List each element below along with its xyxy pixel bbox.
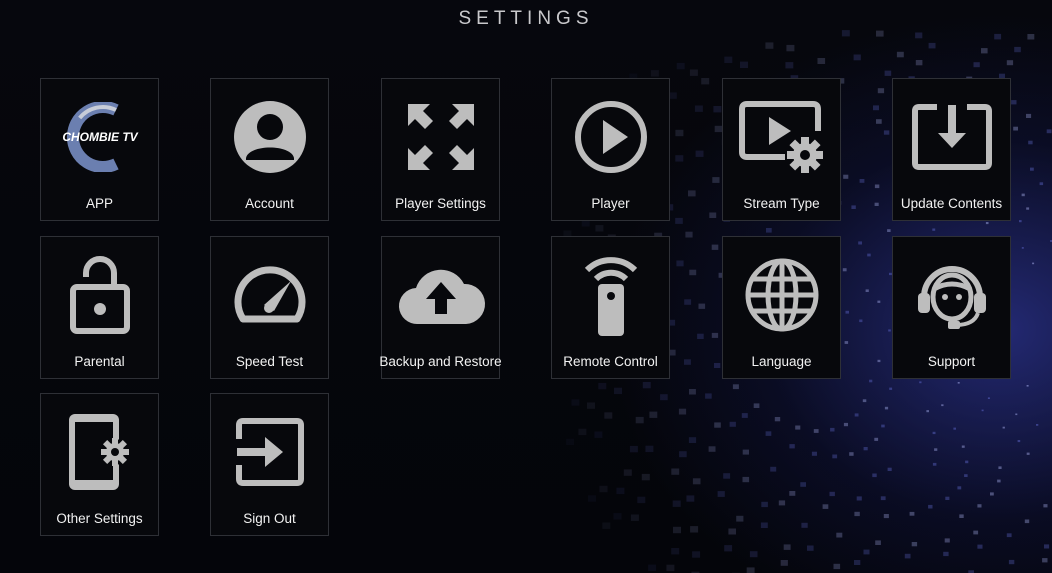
tile-label: Language [751,354,812,369]
tile-label: Player [591,196,630,211]
tile-label: Stream Type [743,196,820,211]
tile-label: APP [85,196,113,211]
tile-label: Account [245,196,294,211]
globe-icon [723,237,840,349]
tile-label: Other Settings [56,511,143,526]
phone-settings-icon [41,394,158,506]
tile-label: Player Settings [395,196,486,211]
tile-backup-restore[interactable]: Backup and Restore [379,236,502,379]
tile-player-settings[interactable]: Player Settings [381,78,500,221]
tile-account[interactable]: Account [210,78,329,221]
tile-label: Speed Test [235,354,304,369]
page-title: SETTINGS [458,8,594,29]
tile-stream-type[interactable]: Stream Type [722,78,841,221]
remote-icon [552,237,669,349]
tile-remote-control[interactable]: Remote Control [551,236,670,379]
tile-label: Parental [74,354,125,369]
tile-parental[interactable]: Parental [40,236,159,379]
chombie-tv-logo: CHOMBIE TV [41,79,158,191]
fullscreen-icon [382,79,499,191]
tile-other-settings[interactable]: Other Settings [40,393,159,536]
sign-out-icon [211,394,328,506]
tile-sign-out[interactable]: Sign Out [210,393,329,536]
tile-update-contents[interactable]: Update Contents [892,78,1011,221]
account-icon [211,79,328,191]
svg-text:CHOMBIE TV: CHOMBIE TV [62,130,138,144]
tile-player[interactable]: Player [551,78,670,221]
speedometer-icon [211,237,328,349]
play-icon [552,79,669,191]
tile-label: Update Contents [900,196,1003,211]
tile-label: Backup and Restore [379,354,502,369]
tile-label: Support [927,354,976,369]
tile-speed-test[interactable]: Speed Test [210,236,329,379]
stream-settings-icon [723,79,840,191]
tile-label: Sign Out [243,511,296,526]
unlock-icon [41,237,158,349]
download-icon [893,79,1010,191]
cloud-upload-icon [382,237,499,349]
tile-language[interactable]: Language [722,236,841,379]
tile-support[interactable]: Support [892,236,1011,379]
support-agent-icon [893,237,1010,349]
tile-label: Remote Control [563,354,658,369]
tile-app[interactable]: CHOMBIE TV APP [40,78,159,221]
